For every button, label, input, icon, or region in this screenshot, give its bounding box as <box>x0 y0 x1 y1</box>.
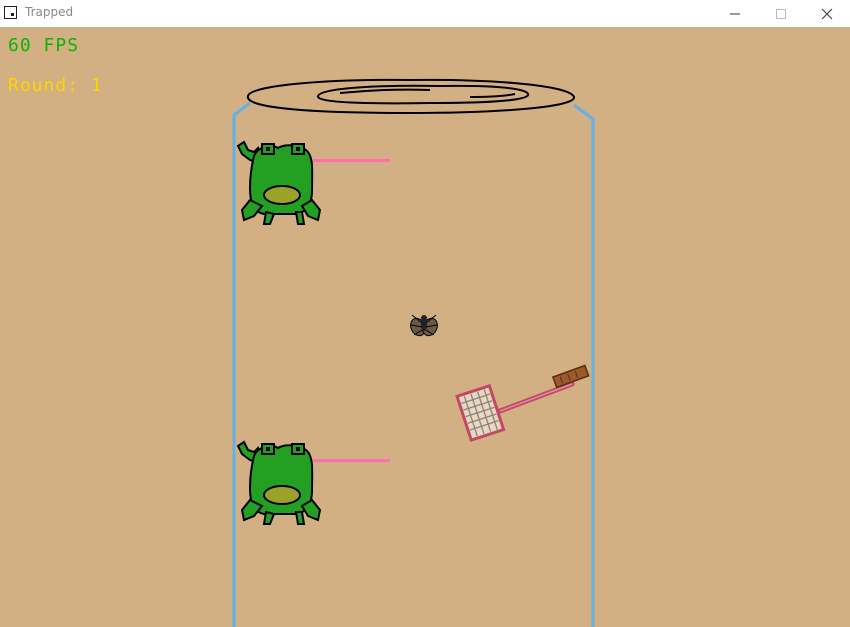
fps-unit: FPS <box>43 35 80 56</box>
fly-icon <box>410 314 438 337</box>
fly-swatter-icon <box>455 364 590 442</box>
round-label: Round: <box>8 75 80 96</box>
maximize-icon <box>776 8 786 19</box>
round-indicator: Round: 1 <box>8 75 103 96</box>
game-window: Trapped 60 FPS Round: 1 <box>0 0 850 627</box>
game-scene <box>232 78 595 627</box>
game-canvas[interactable]: 60 FPS Round: 1 <box>0 27 850 627</box>
close-button[interactable] <box>804 0 850 27</box>
title-bar[interactable]: Trapped <box>0 0 850 28</box>
app-icon <box>4 6 17 19</box>
window-title: Trapped <box>25 5 74 19</box>
round-value: 1 <box>90 75 103 96</box>
fps-counter: 60 FPS <box>8 35 79 56</box>
minimize-button[interactable] <box>712 0 758 27</box>
jar-lid-icon <box>246 78 575 115</box>
maximize-button[interactable] <box>758 0 804 27</box>
minimize-icon <box>730 13 740 14</box>
close-icon <box>821 8 833 19</box>
frog-icon <box>236 440 390 525</box>
fps-value: 60 <box>8 35 32 56</box>
frog-icon <box>236 140 390 225</box>
